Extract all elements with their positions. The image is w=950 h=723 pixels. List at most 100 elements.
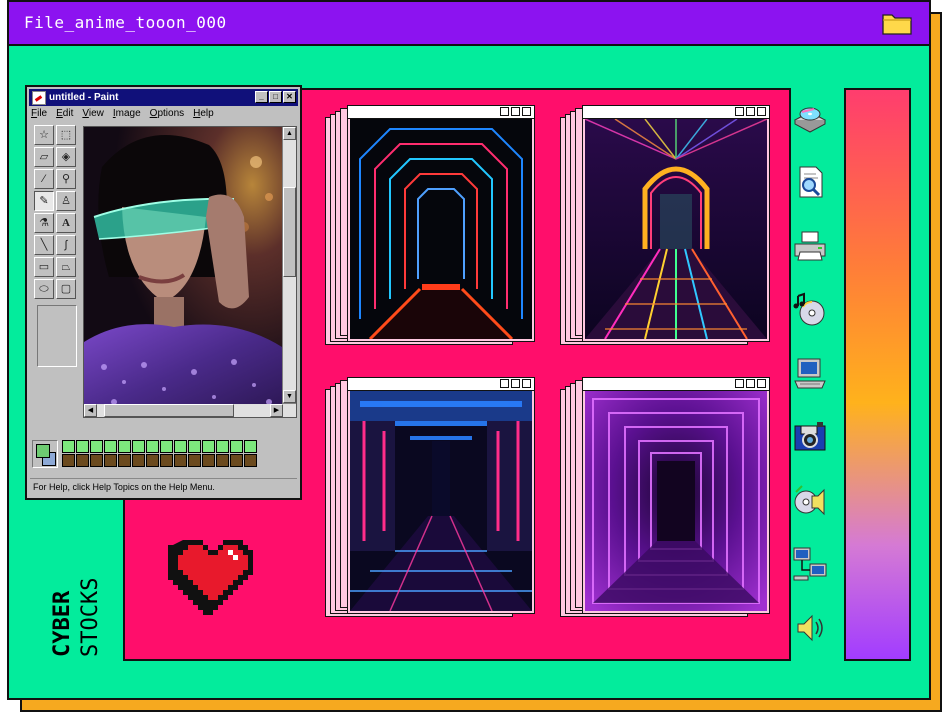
palette-swatch[interactable]: [90, 454, 103, 467]
vertical-scrollbar[interactable]: ▲ ▼: [283, 127, 296, 403]
printer-icon[interactable]: [792, 228, 828, 264]
palette-swatch[interactable]: [188, 440, 201, 453]
line-icon[interactable]: ╲: [34, 235, 54, 255]
palette-swatch[interactable]: [146, 454, 159, 467]
rect-select-icon[interactable]: ⬚: [56, 125, 76, 145]
folder-icon[interactable]: [881, 10, 913, 36]
palette-swatch[interactable]: [244, 440, 257, 453]
ellipse-icon[interactable]: ⬭: [34, 279, 54, 299]
mini-minimize-icon[interactable]: [500, 379, 509, 388]
palette-swatch[interactable]: [118, 440, 131, 453]
palette-swatch[interactable]: [62, 440, 75, 453]
mini-minimize-icon[interactable]: [735, 379, 744, 388]
canvas-photo: [84, 127, 282, 416]
palette-swatch[interactable]: [132, 440, 145, 453]
palette-swatch[interactable]: [76, 440, 89, 453]
menu-help[interactable]: Help: [193, 108, 214, 122]
palette-swatch[interactable]: [202, 440, 215, 453]
mini-maximize-icon[interactable]: [511, 107, 520, 116]
color-picker-icon[interactable]: ⁄: [34, 169, 54, 189]
palette-swatch[interactable]: [104, 454, 117, 467]
airbrush-icon[interactable]: ⚗: [34, 213, 54, 233]
music-cd-icon[interactable]: [792, 292, 828, 328]
menu-edit[interactable]: Edit: [56, 108, 73, 122]
brand-line-2: STOCKS: [78, 577, 103, 657]
vertical-scroll-thumb[interactable]: [283, 187, 296, 277]
document-search-icon[interactable]: [792, 164, 828, 200]
palette-swatch[interactable]: [188, 454, 201, 467]
pencil-icon[interactable]: ✎: [34, 191, 54, 211]
gallery-window-4[interactable]: [560, 377, 770, 617]
mini-close-icon[interactable]: [757, 379, 766, 388]
mini-minimize-icon[interactable]: [735, 107, 744, 116]
rounded-rect-icon[interactable]: ▢: [56, 279, 76, 299]
palette-swatch[interactable]: [216, 440, 229, 453]
gallery-window-front: [347, 105, 535, 342]
palette-swatch[interactable]: [244, 454, 257, 467]
curve-icon[interactable]: ∫: [56, 235, 76, 255]
horizontal-scrollbar[interactable]: ◀ ▶: [84, 404, 296, 417]
horizontal-scroll-thumb[interactable]: [104, 404, 234, 417]
computer-icon[interactable]: [792, 356, 828, 392]
scroll-down-icon[interactable]: ▼: [283, 390, 296, 403]
maximize-button[interactable]: □: [269, 91, 282, 103]
palette-swatch[interactable]: [202, 454, 215, 467]
brush-icon[interactable]: ♙: [56, 191, 76, 211]
mini-close-icon[interactable]: [522, 107, 531, 116]
gallery-window-front: [347, 377, 535, 614]
text-tool-icon[interactable]: A: [56, 213, 76, 233]
mini-maximize-icon[interactable]: [746, 107, 755, 116]
mini-minimize-icon[interactable]: [500, 107, 509, 116]
minimize-button[interactable]: _: [255, 91, 268, 103]
mini-close-icon[interactable]: [757, 107, 766, 116]
camera-floppy-icon[interactable]: [792, 418, 828, 454]
mini-maximize-icon[interactable]: [746, 379, 755, 388]
menu-image[interactable]: Image: [113, 108, 141, 122]
palette-swatch[interactable]: [216, 454, 229, 467]
palette-swatch[interactable]: [160, 440, 173, 453]
gallery-window-front: [582, 105, 770, 342]
cd-drive-icon[interactable]: [792, 100, 828, 136]
paint-title-bar[interactable]: untitled - Paint _ □ ✕: [29, 89, 298, 106]
palette-swatch[interactable]: [174, 454, 187, 467]
rectangle-icon[interactable]: ▭: [34, 257, 54, 277]
fill-bucket-icon[interactable]: ◈: [56, 147, 76, 167]
scroll-up-icon[interactable]: ▲: [283, 127, 296, 140]
palette-swatch[interactable]: [76, 454, 89, 467]
eraser-icon[interactable]: ▱: [34, 147, 54, 167]
palette-swatch[interactable]: [146, 440, 159, 453]
gallery-window-3[interactable]: [325, 377, 535, 617]
cd-audio-icon[interactable]: [792, 482, 828, 518]
palette-swatch[interactable]: [132, 454, 145, 467]
scroll-left-icon[interactable]: ◀: [84, 404, 97, 417]
gallery-window-1[interactable]: [325, 105, 535, 345]
gallery-window-2[interactable]: [560, 105, 770, 345]
mini-close-icon[interactable]: [522, 379, 531, 388]
free-select-icon[interactable]: ☆: [34, 125, 54, 145]
magnifier-icon[interactable]: ⚲: [56, 169, 76, 189]
menu-file[interactable]: File: [31, 108, 47, 122]
paint-canvas[interactable]: ▲ ▼ ◀ ▶: [83, 126, 297, 418]
scroll-right-icon[interactable]: ▶: [270, 404, 283, 417]
palette-swatch[interactable]: [90, 440, 103, 453]
neon-hallway-image: [350, 391, 532, 611]
polygon-icon[interactable]: ⏢: [56, 257, 76, 277]
menu-view[interactable]: View: [82, 108, 104, 122]
palette-swatch[interactable]: [230, 454, 243, 467]
menu-options[interactable]: Options: [150, 108, 184, 122]
palette-swatch[interactable]: [174, 440, 187, 453]
palette-swatch[interactable]: [104, 440, 117, 453]
title-bar[interactable]: File_anime_tooon_000: [9, 2, 929, 46]
paint-statusbar: For Help, click Help Topics on the Help …: [30, 478, 297, 496]
speaker-icon[interactable]: [792, 610, 828, 646]
tool-options-box[interactable]: [37, 305, 77, 367]
mini-maximize-icon[interactable]: [511, 379, 520, 388]
palette-swatch[interactable]: [118, 454, 131, 467]
palette-swatch[interactable]: [62, 454, 75, 467]
foreground-color-swatch[interactable]: [36, 444, 50, 458]
palette-swatch[interactable]: [160, 454, 173, 467]
palette-swatch[interactable]: [230, 440, 243, 453]
network-icon[interactable]: [792, 546, 828, 582]
current-colors[interactable]: [32, 440, 58, 468]
close-button[interactable]: ✕: [283, 91, 296, 103]
